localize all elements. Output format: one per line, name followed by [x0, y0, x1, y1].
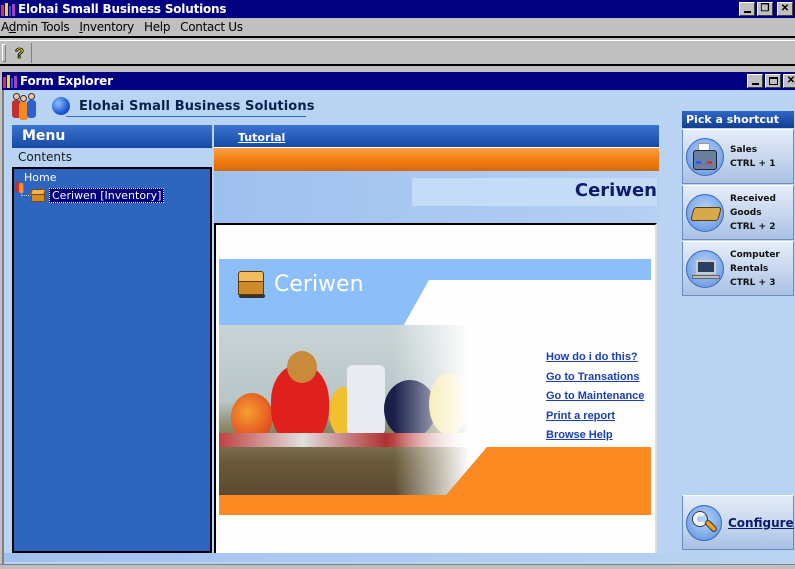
package-icon: [686, 193, 724, 232]
app-title: Elohai Small Business Solutions: [18, 2, 227, 16]
form-explorer-title: Form Explorer: [20, 74, 113, 88]
globe-icon: [52, 97, 70, 115]
content-panel: Ceriwen How do i do this? Go to Transati…: [214, 223, 657, 553]
link-go-to-transactions[interactable]: Go to Transations: [546, 371, 644, 386]
shortcut-key: CTRL + 3: [730, 277, 776, 288]
hero-photo-balloons: [219, 325, 469, 495]
configure-link: Configure: [728, 515, 794, 530]
app-titlebar: Elohai Small Business Solutions ❐ ✕: [0, 0, 795, 18]
tree-home-label: Home: [24, 171, 57, 184]
shortcut-received-goods[interactable]: Received Goods CTRL + 2: [682, 185, 794, 240]
orange-bottom-band: [219, 495, 651, 515]
bottom-strip: [4, 553, 795, 562]
people-icon: [14, 177, 29, 193]
shortcut-sales-text: Sales CTRL + 1: [730, 143, 775, 171]
form-explorer-window: Elohai Small Business Solutions Menu Con…: [2, 90, 795, 564]
menu-header: Menu: [12, 125, 212, 148]
page-title: Ceriwen: [574, 180, 657, 201]
title-area: Ceriwen: [214, 171, 659, 223]
shortcuts-header: Pick a shortcut: [682, 111, 794, 128]
package-box-icon: [29, 188, 47, 203]
restore-button[interactable]: ❐: [757, 2, 773, 16]
menu-inventory-label: Inventory: [79, 20, 134, 34]
close-button[interactable]: ✕: [777, 2, 793, 16]
shortcut-key: CTRL + 2: [730, 221, 776, 232]
link-how-do-i[interactable]: How do i do this?: [546, 351, 644, 366]
shortcut-received-goods-text: Received Goods CTRL + 2: [730, 192, 776, 234]
form-window-controls: ✕: [747, 74, 795, 88]
cash-register-icon: [686, 137, 724, 176]
question-mark-icon: ?: [14, 44, 25, 62]
shortcut-computer-rentals-text: Computer Rentals CTRL + 3: [730, 248, 780, 290]
status-bar: [0, 564, 795, 569]
banner-title: Elohai Small Business Solutions: [79, 98, 315, 114]
child-close-button[interactable]: ✕: [783, 74, 795, 88]
form-explorer-titlebar: Form Explorer ✕: [2, 72, 795, 90]
shortcut-sales[interactable]: Sales CTRL + 1: [682, 129, 794, 184]
close-icon: ✕: [780, 3, 790, 14]
hero-title-text: Ceriwen: [274, 271, 364, 297]
tree-item-ceriwen[interactable]: Ceriwen [Inventory]: [29, 188, 165, 203]
menu-tree[interactable]: Home Ceriwen [Inventory]: [12, 167, 212, 553]
menu-panel: Menu Contents Home Ceriwen [Inventory]: [12, 125, 212, 553]
menu-help[interactable]: Help: [143, 20, 175, 34]
restore-icon: ❐: [760, 3, 770, 14]
shortcut-label: Received: [730, 193, 776, 204]
menu-inventory[interactable]: Inventory: [78, 20, 139, 34]
configure-button[interactable]: Configure: [682, 495, 794, 550]
link-browse-help[interactable]: Browse Help: [546, 429, 644, 444]
quick-links: How do i do this? Go to Transations Go t…: [546, 351, 644, 444]
laptop-icon: [686, 249, 724, 288]
help-button[interactable]: ?: [8, 43, 32, 63]
maximize-icon: [768, 77, 778, 85]
package-box-icon: [236, 269, 266, 299]
child-minimize-button[interactable]: [747, 74, 763, 88]
minimize-icon: [751, 83, 759, 85]
menu-admin-tools-label: Admin Tools: [1, 20, 70, 34]
shortcut-label: Sales: [730, 144, 758, 155]
shortcut-label: Goods: [730, 207, 762, 218]
wrench-icon: [686, 504, 722, 541]
people-icon: [10, 91, 40, 121]
tutorial-bar: Tutorial: [214, 125, 659, 147]
main-content: Tutorial Ceriwen Ceriwen How do i do thi…: [214, 125, 659, 555]
menubar: Admin Tools Inventory Help Contact Us: [0, 18, 795, 38]
orange-accent-bar: [214, 147, 659, 171]
child-maximize-button[interactable]: [765, 74, 781, 88]
app-books-icon: [1, 2, 15, 16]
toolbar-grip[interactable]: [2, 44, 6, 62]
close-icon: ✕: [786, 75, 795, 86]
shortcut-computer-rentals[interactable]: Computer Rentals CTRL + 3: [682, 241, 794, 296]
banner-underline: [66, 116, 306, 117]
minimize-button[interactable]: [739, 2, 755, 16]
contents-label: Contents: [12, 148, 212, 167]
orange-slant-shape: [446, 447, 651, 495]
form-books-icon: [3, 74, 17, 88]
tree-ceriwen-label: Ceriwen [Inventory]: [49, 188, 165, 203]
app-window-controls: ❐ ✕: [739, 2, 793, 16]
toolbar: ?: [0, 40, 795, 66]
shortcut-key: CTRL + 1: [730, 158, 776, 169]
tutorial-link[interactable]: Tutorial: [238, 131, 285, 144]
link-go-to-maintenance[interactable]: Go to Maintenance: [546, 390, 644, 405]
link-print-report[interactable]: Print a report: [546, 410, 644, 425]
shortcut-label: Computer: [730, 249, 780, 260]
hero-title: Ceriwen: [236, 269, 364, 299]
menu-contact-us[interactable]: Contact Us: [179, 20, 248, 34]
tree-item-home[interactable]: Home: [14, 171, 57, 193]
shortcut-label: Rentals: [730, 263, 769, 274]
shortcuts-panel: Pick a shortcut Sales CTRL + 1 Received …: [682, 111, 794, 296]
minimize-icon: [743, 11, 751, 13]
menu-admin-tools[interactable]: Admin Tools: [0, 20, 74, 34]
